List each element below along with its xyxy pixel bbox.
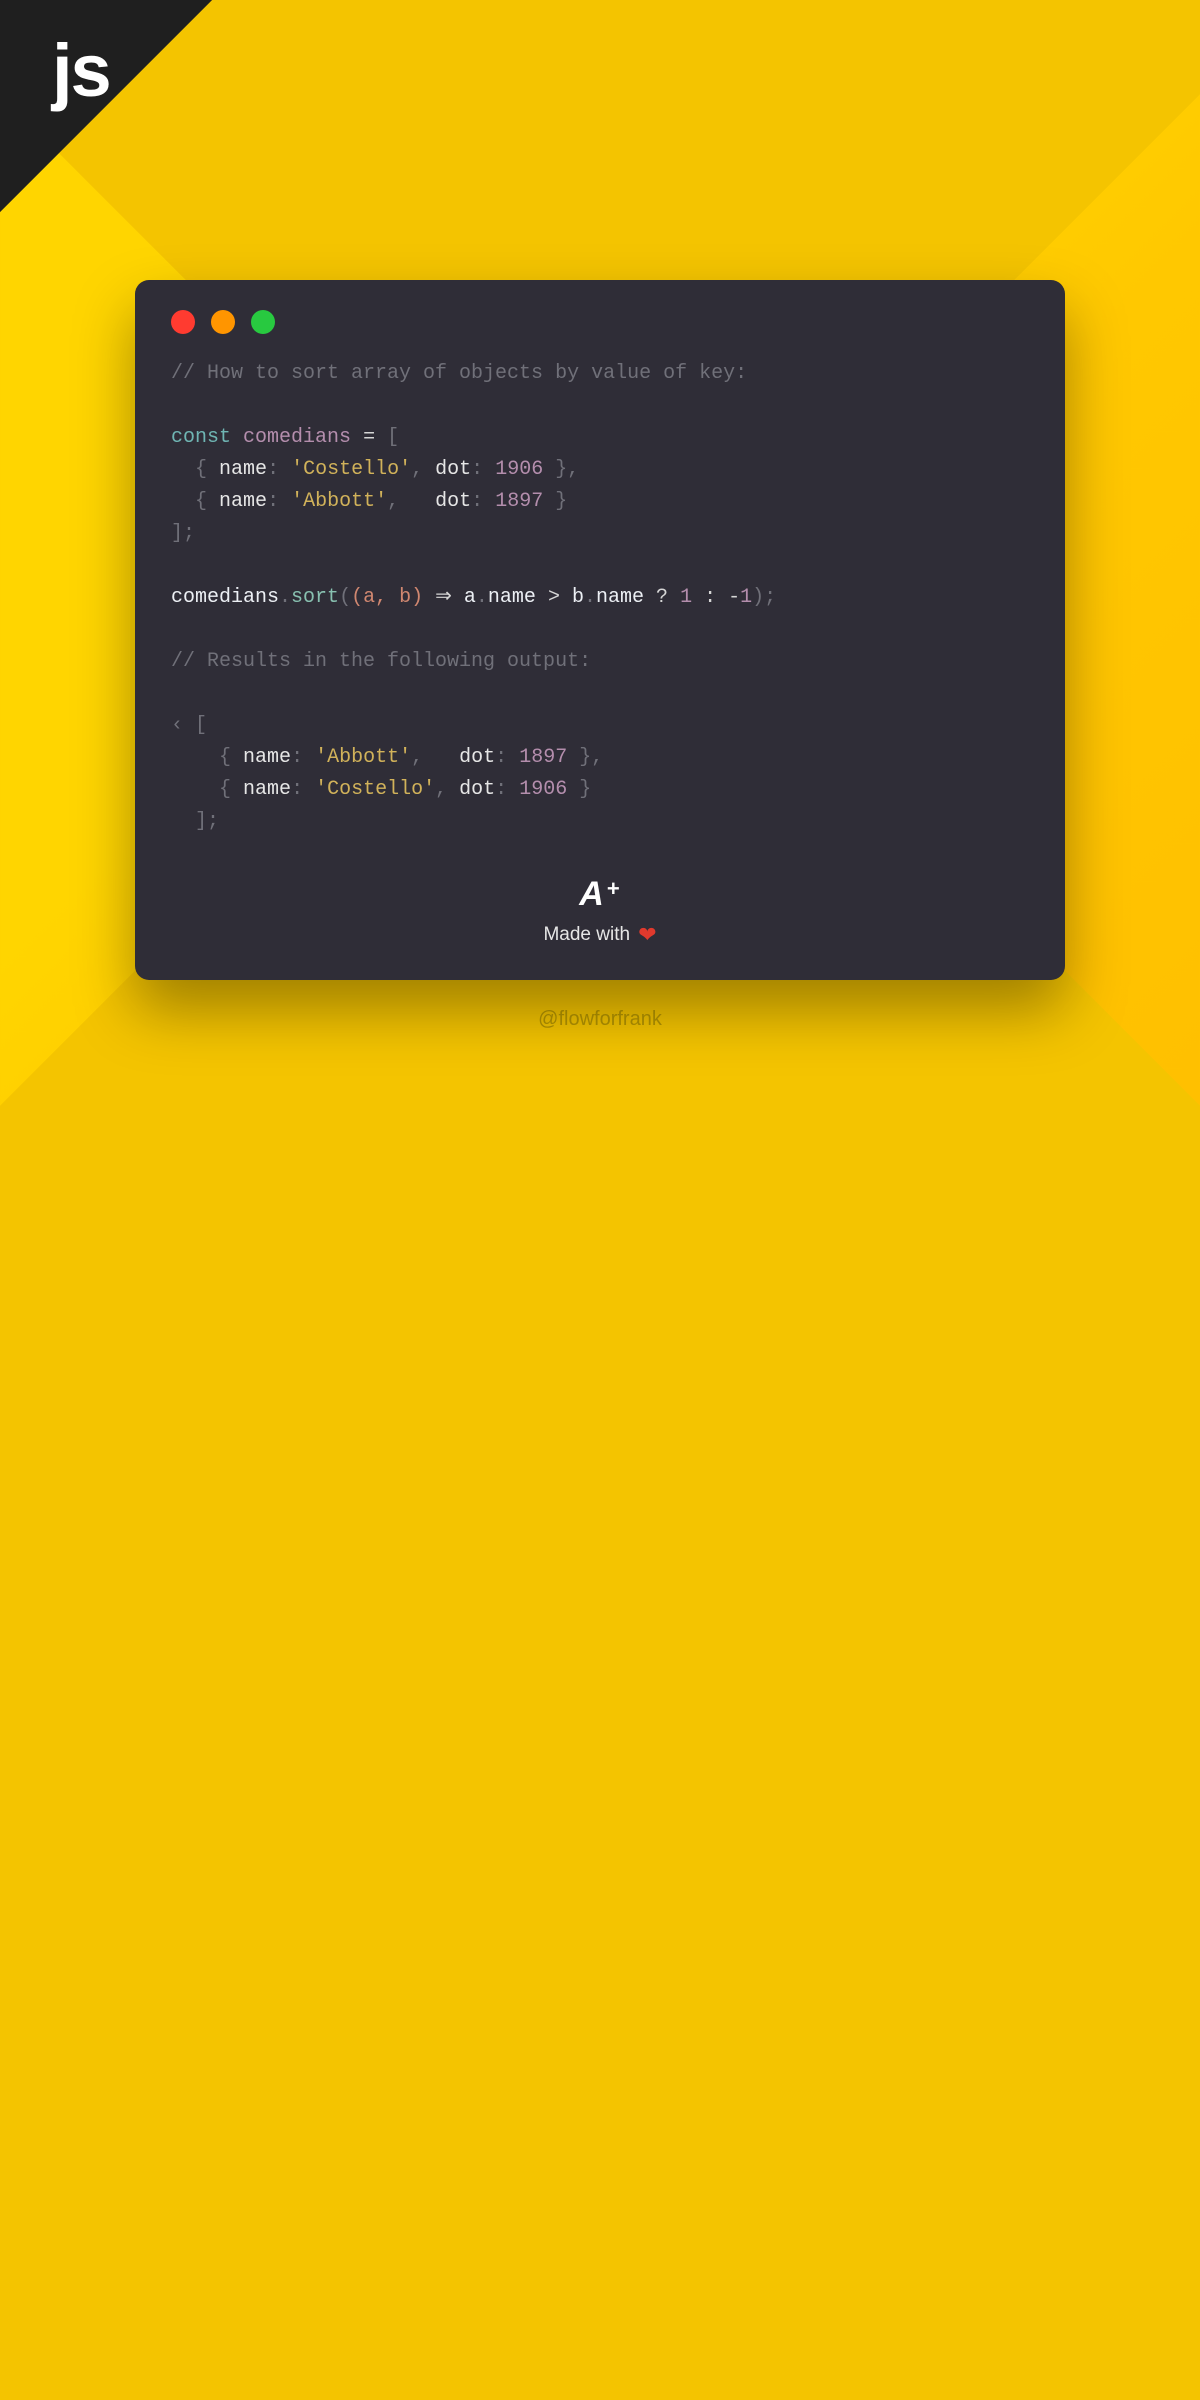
- logo: A+: [579, 875, 620, 914]
- made-with-line: Made with ❤: [543, 922, 656, 948]
- logo-plus: +: [607, 876, 621, 902]
- heart-icon: ❤: [638, 922, 656, 948]
- card-footer: A+ Made with ❤: [135, 875, 1065, 948]
- made-with-text: Made with: [543, 924, 630, 946]
- social-handle: @flowforfrank: [0, 1008, 1200, 1031]
- code-comment: // How to sort array of objects by value…: [171, 362, 747, 385]
- code-block: // How to sort array of objects by value…: [171, 358, 1029, 838]
- fullscreen-icon[interactable]: [251, 310, 275, 334]
- code-card: // How to sort array of objects by value…: [135, 280, 1065, 980]
- code-punct: [: [387, 426, 399, 449]
- logo-letter: A: [579, 875, 605, 914]
- code-operator: =: [363, 426, 375, 449]
- minimize-icon[interactable]: [211, 310, 235, 334]
- close-icon[interactable]: [171, 310, 195, 334]
- corner-badge-label: js: [52, 28, 110, 113]
- code-identifier: comedians: [243, 426, 351, 449]
- window-controls: [171, 310, 1029, 334]
- code-keyword: const: [171, 426, 231, 449]
